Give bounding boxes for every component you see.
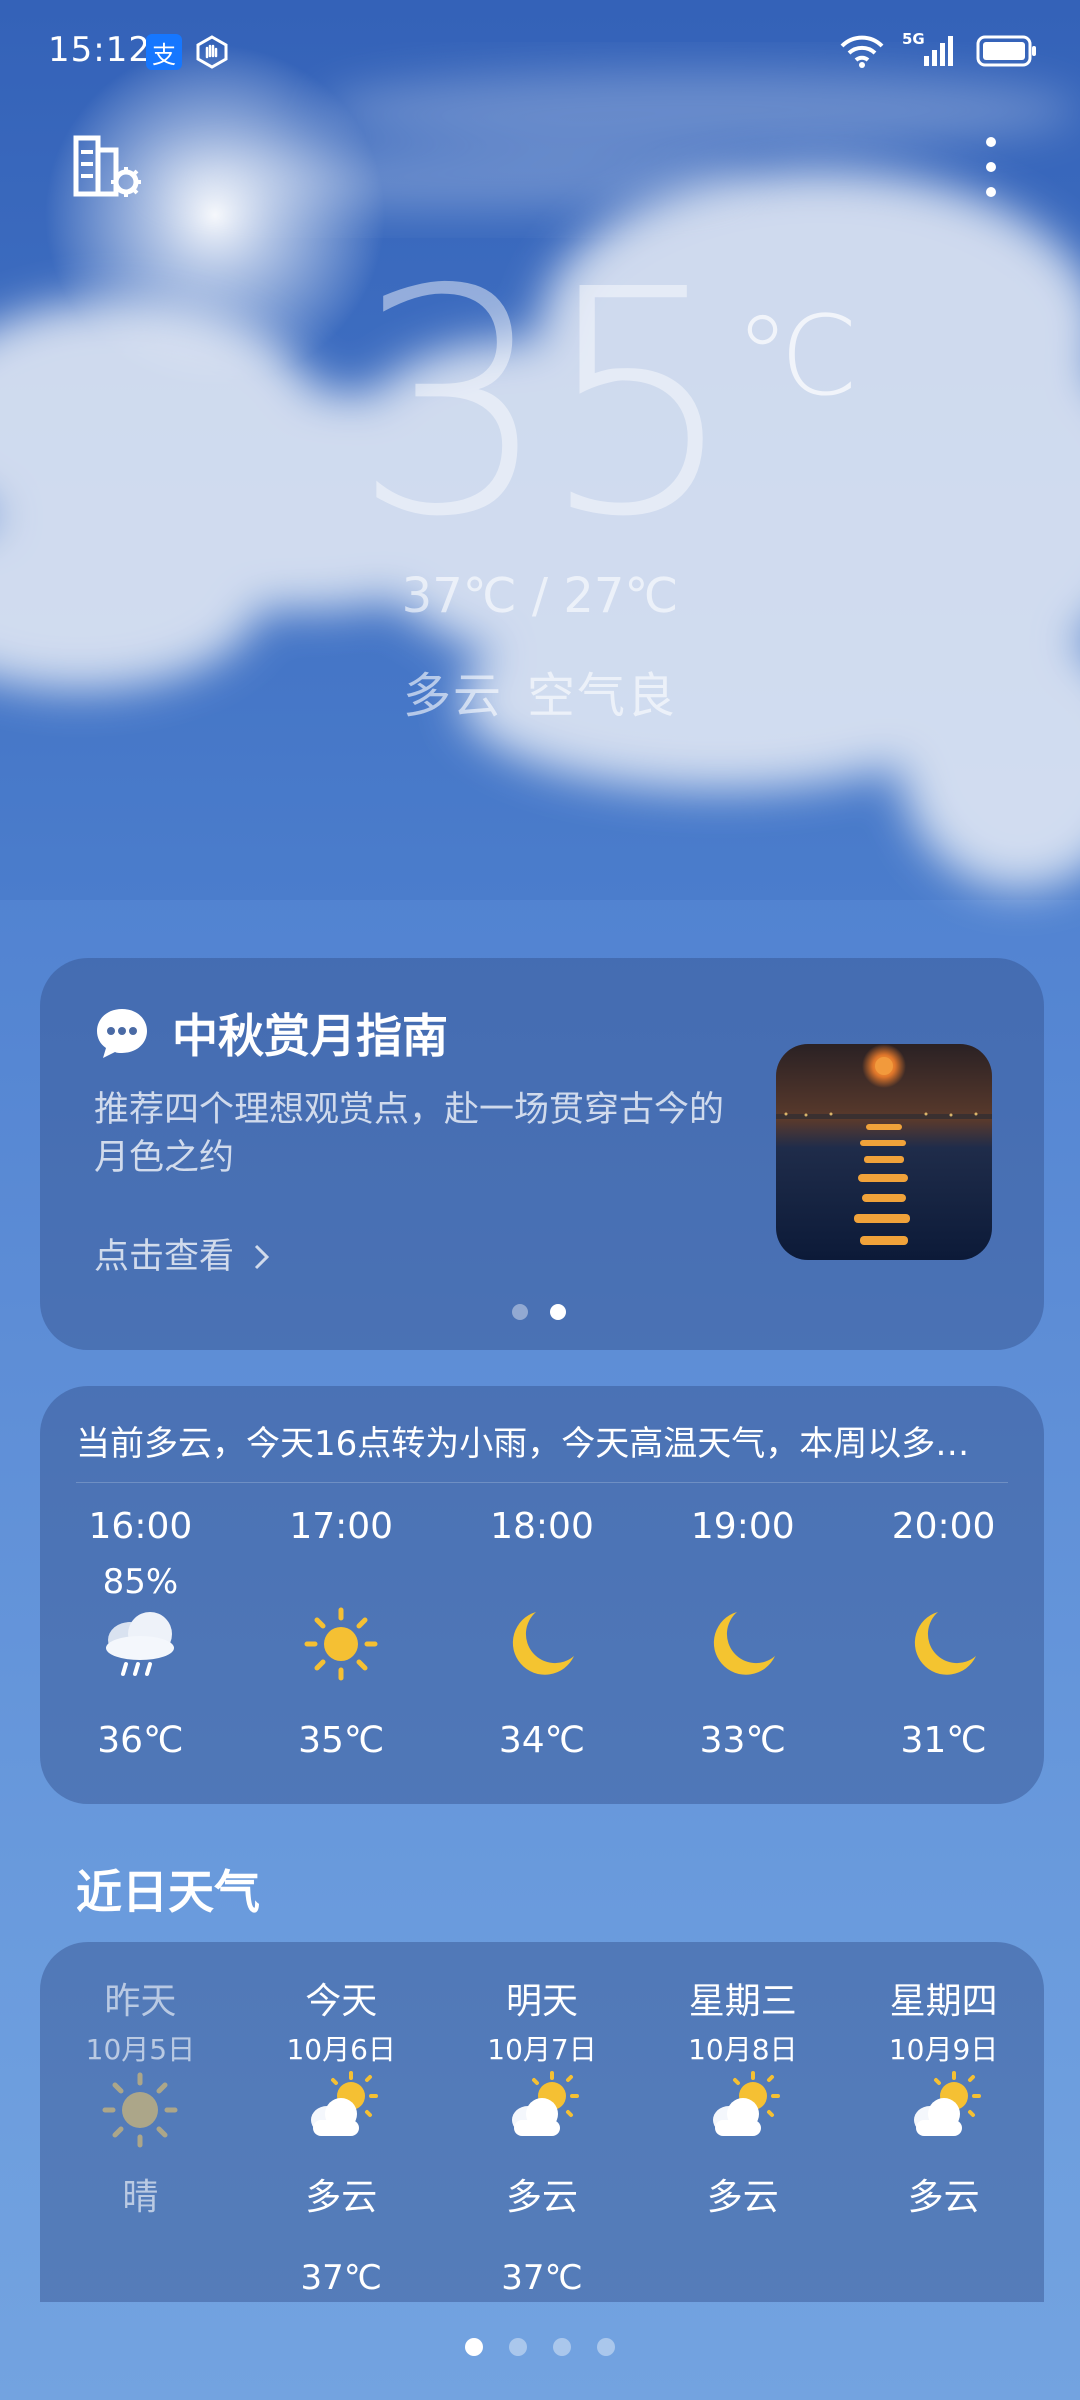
city-page-indicator	[0, 2338, 1080, 2356]
partly-cloudy-icon	[712, 2071, 780, 2136]
divider	[76, 1482, 1008, 1483]
daily-list[interactable]: 昨天 10月5日 晴 今天 10月6日 多云 37℃ 明天 10月7日 多云 3…	[40, 1972, 1044, 2302]
current-temperature: 35	[352, 224, 737, 585]
partly-cloudy-icon	[913, 2071, 981, 2136]
page-dot[interactable]	[509, 2338, 527, 2356]
day-condition: 多云	[505, 2177, 578, 2218]
day-high: 37℃	[300, 2258, 382, 2298]
day-condition: 多云	[305, 2177, 378, 2218]
day-date: 10月8日	[688, 2033, 798, 2066]
daily-item[interactable]: 昨天 10月5日 晴	[40, 1972, 241, 2302]
day-date: 10月6日	[286, 2033, 396, 2066]
chat-bubble-icon	[97, 1009, 147, 1058]
moon-over-sea-image	[776, 1044, 992, 1260]
precip-chance: 85%	[102, 1562, 179, 1602]
section-title-daily: 近日天气	[76, 1865, 260, 1919]
day-condition: 多云	[907, 2177, 980, 2218]
more-vertical-icon	[986, 137, 996, 197]
hourly-item: 17:00 35℃	[241, 1506, 442, 1796]
chevron-right-icon	[255, 1244, 270, 1270]
moon-icon	[914, 1612, 976, 1675]
wifi-icon	[840, 35, 884, 68]
hour-temp: 33℃	[699, 1720, 786, 1761]
page-dot[interactable]	[597, 2338, 615, 2356]
day-date: 10月5日	[85, 2033, 196, 2066]
weather-condition: 多云	[402, 668, 503, 724]
alipay-icon: 支	[146, 34, 182, 70]
promo-description: 推荐四个理想观赏点，赴一场贯穿古今的月色之约	[94, 1090, 725, 1178]
day-name: 今天	[305, 1981, 378, 2022]
hourly-list[interactable]: 16:00 85% 36℃ 17:00 35℃ 18:00 34℃ 19:00 …	[40, 1506, 1044, 1796]
day-name: 明天	[505, 1981, 578, 2022]
sun-icon	[102, 2072, 178, 2148]
hour-time: 18:00	[490, 1506, 594, 1547]
air-quality[interactable]: 空气良	[527, 668, 677, 724]
day-name: 星期三	[688, 1981, 797, 2022]
hourly-item: 18:00 34℃	[442, 1506, 643, 1796]
hourly-forecast-card[interactable]: 当前多云，今天16点转为小雨，今天高温天气，本周以多… 16:00 85% 36…	[40, 1386, 1044, 1804]
hour-temp: 35℃	[298, 1720, 385, 1761]
hour-time: 17:00	[289, 1506, 394, 1547]
moon-icon	[713, 1612, 775, 1675]
hour-time: 20:00	[891, 1506, 996, 1547]
day-condition: 多云	[706, 2177, 779, 2218]
daily-item[interactable]: 星期三 10月8日 多云	[642, 1972, 843, 2302]
rain-cloud-icon	[106, 1612, 175, 1676]
temperature-unit: ℃	[735, 292, 859, 420]
forecast-summary: 当前多云，今天16点转为小雨，今天高温天气，本周以多…	[76, 1424, 970, 1464]
hourly-item: 19:00 33℃	[642, 1506, 843, 1796]
hour-temp: 36℃	[97, 1720, 184, 1761]
pager-dot[interactable]	[512, 1304, 528, 1320]
pager-dot-active[interactable]	[550, 1304, 566, 1320]
daily-forecast-card[interactable]: 昨天 10月5日 晴 今天 10月6日 多云 37℃ 明天 10月7日 多云 3…	[40, 1942, 1044, 2302]
status-bar: 15:12 支 5G	[0, 0, 1080, 100]
day-condition: 晴	[122, 2177, 159, 2218]
page-dot-active[interactable]	[465, 2338, 483, 2356]
battery-icon	[976, 35, 1036, 67]
hourly-item: 16:00 85% 36℃	[40, 1506, 241, 1796]
hour-temp: 31℃	[900, 1720, 987, 1761]
promo-title: 中秋赏月指南	[172, 1009, 448, 1063]
hour-temp: 34℃	[498, 1720, 586, 1761]
city-settings-button[interactable]	[70, 134, 148, 204]
promo-pager	[512, 1304, 566, 1320]
hand-shield-icon	[194, 34, 230, 70]
hourly-item: 20:00 31℃	[843, 1506, 1044, 1796]
day-date: 10月9日	[888, 2033, 999, 2066]
page-dot[interactable]	[553, 2338, 571, 2356]
mid-autumn-card[interactable]: 中秋赏月指南 推荐四个理想观赏点，赴一场贯穿古今的月色之约 点击查看	[40, 958, 1044, 1350]
moon-icon	[512, 1612, 574, 1675]
partly-cloudy-icon	[311, 2071, 379, 2136]
status-time: 15:12	[48, 30, 151, 70]
temperature-range: 37℃ / 27℃	[401, 568, 679, 624]
day-name: 昨天	[104, 1981, 177, 2022]
cellular-signal-icon: 5G	[902, 30, 958, 68]
sun-icon	[304, 1607, 378, 1681]
daily-item[interactable]: 星期四 10月9日 多云	[843, 1972, 1044, 2302]
building-gear-icon	[73, 135, 141, 197]
hour-time: 16:00	[88, 1506, 193, 1547]
current-condition: 多云 空气良	[0, 656, 1080, 726]
day-date: 10月7日	[487, 2033, 597, 2066]
partly-cloudy-icon	[511, 2071, 579, 2136]
hour-time: 19:00	[690, 1506, 795, 1547]
day-high: 37℃	[501, 2258, 583, 2298]
promo-link-label: 点击查看	[94, 1237, 235, 1277]
more-options-button[interactable]	[976, 132, 1006, 202]
day-name: 星期四	[889, 1981, 998, 2022]
promo-link[interactable]: 点击查看	[94, 1228, 273, 1279]
daily-item[interactable]: 明天 10月7日 多云 37℃	[442, 1972, 643, 2302]
daily-item[interactable]: 今天 10月6日 多云 37℃	[241, 1972, 442, 2302]
